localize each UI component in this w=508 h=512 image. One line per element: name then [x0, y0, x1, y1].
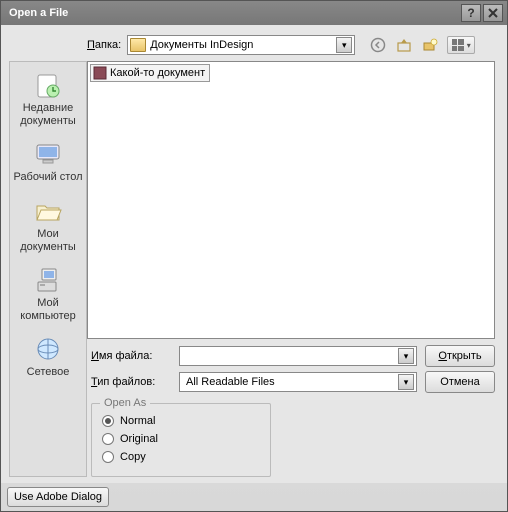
up-one-level-icon[interactable]	[395, 36, 413, 54]
my-computer-icon	[31, 265, 65, 295]
filetype-row: Тип файлов: All Readable Files ▾ Отмена	[91, 371, 495, 393]
dialog-body: Папка: Документы InDesign ▾ ▾	[1, 25, 507, 483]
places-recent[interactable]: Недавние документы	[10, 66, 86, 135]
radio-icon	[102, 415, 114, 427]
places-network-label: Сетевое	[12, 366, 84, 379]
filetype-combo[interactable]: All Readable Files ▾	[179, 372, 417, 392]
open-as-normal[interactable]: Normal	[102, 412, 260, 430]
file-item-label: Какой-то документ	[110, 67, 205, 79]
places-my-documents[interactable]: Мои документы	[10, 192, 86, 261]
look-in-value: Документы InDesign	[150, 39, 336, 51]
places-my-documents-label: Мои документы	[12, 228, 84, 253]
views-icon	[452, 39, 464, 51]
filetype-label: Тип файлов:	[91, 376, 171, 388]
recent-icon	[31, 70, 65, 100]
places-network[interactable]: Сетевое	[10, 330, 86, 387]
places-my-computer-label: Мой компьютер	[12, 297, 84, 322]
radio-icon	[102, 433, 114, 445]
open-as-copy[interactable]: Copy	[102, 448, 260, 466]
close-button[interactable]	[483, 4, 503, 22]
filetype-value: All Readable Files	[182, 376, 398, 388]
places-my-computer[interactable]: Мой компьютер	[10, 261, 86, 330]
middle-area: Недавние документы Рабочий стол Мои доку…	[9, 61, 495, 477]
filename-label: Имя файла:	[91, 350, 171, 362]
radio-icon	[102, 451, 114, 463]
bottom-controls: Имя файла: ▾ Открыть Тип файлов: All Rea…	[87, 339, 495, 477]
file-item[interactable]: Какой-то документ	[90, 64, 210, 82]
filename-row: Имя файла: ▾ Открыть	[91, 345, 495, 367]
places-desktop-label: Рабочий стол	[12, 171, 84, 184]
my-documents-icon	[31, 196, 65, 226]
places-recent-label: Недавние документы	[12, 102, 84, 127]
look-in-row: Папка: Документы InDesign ▾ ▾	[9, 35, 495, 55]
chevron-down-icon[interactable]: ▾	[336, 37, 352, 53]
chevron-down-icon[interactable]: ▾	[398, 348, 414, 364]
folder-icon	[130, 38, 146, 52]
open-button[interactable]: Открыть	[425, 345, 495, 367]
open-as-legend: Open As	[100, 397, 150, 409]
indesign-file-icon	[93, 66, 107, 80]
filename-input[interactable]: ▾	[179, 346, 417, 366]
open-as-original[interactable]: Original	[102, 430, 260, 448]
chevron-down-icon: ▾	[467, 41, 471, 50]
back-icon[interactable]	[369, 36, 387, 54]
open-as-group: Open As Normal Original Copy	[91, 403, 271, 477]
look-in-label: Папка:	[87, 39, 121, 51]
places-desktop[interactable]: Рабочий стол	[10, 135, 86, 192]
use-adobe-dialog-button[interactable]: Use Adobe Dialog	[7, 487, 109, 507]
desktop-icon	[31, 139, 65, 169]
nav-toolbar: ▾	[369, 36, 475, 54]
open-file-dialog: Open a File ? Папка: Документы InDesign …	[0, 0, 508, 512]
views-menu-button[interactable]: ▾	[447, 36, 475, 54]
window-title: Open a File	[5, 7, 459, 19]
look-in-combo[interactable]: Документы InDesign ▾	[127, 35, 355, 55]
places-bar: Недавние документы Рабочий стол Мои доку…	[9, 61, 87, 477]
cancel-button[interactable]: Отмена	[425, 371, 495, 393]
chevron-down-icon[interactable]: ▾	[398, 374, 414, 390]
dialog-footer: Use Adobe Dialog	[1, 483, 507, 511]
file-list-pane[interactable]: Какой-то документ	[87, 61, 495, 339]
title-bar: Open a File ?	[1, 1, 507, 25]
network-icon	[31, 334, 65, 364]
new-folder-icon[interactable]	[421, 36, 439, 54]
help-button[interactable]: ?	[461, 4, 481, 22]
